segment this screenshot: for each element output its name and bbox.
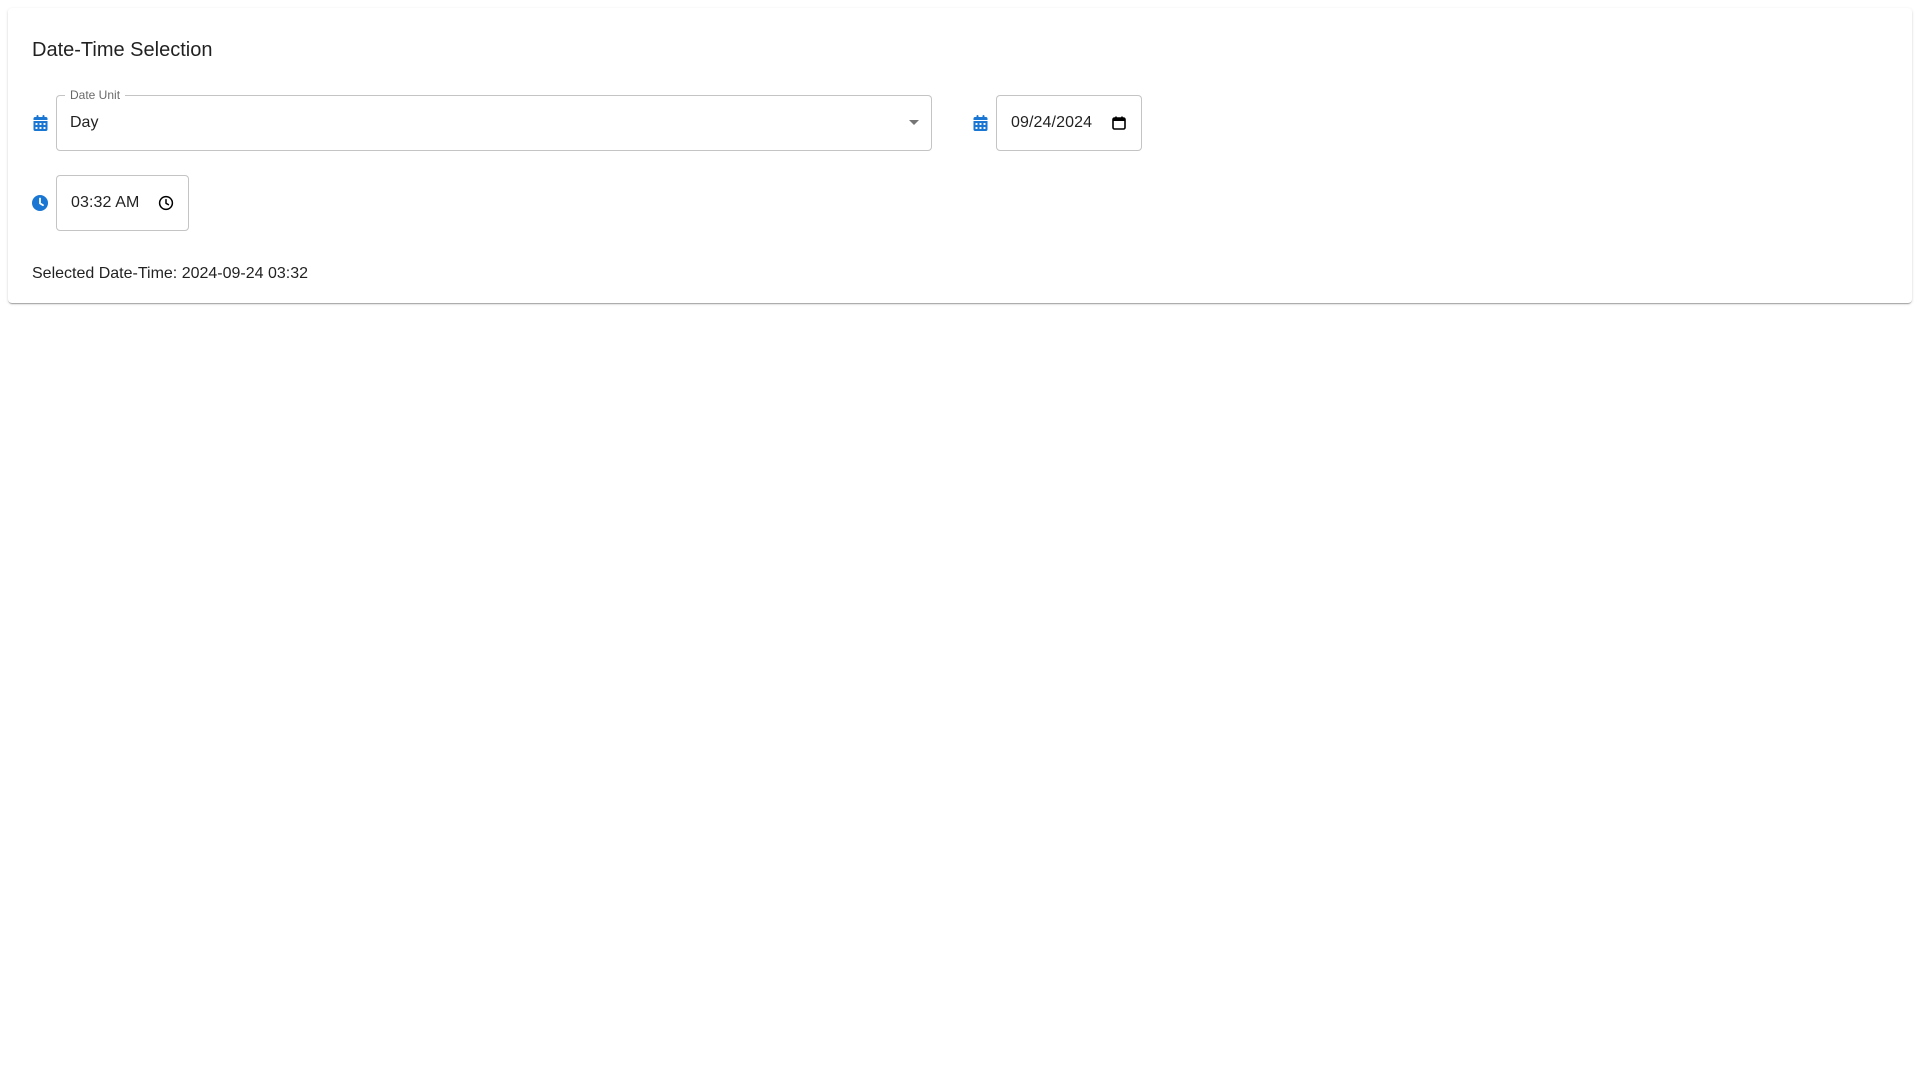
calendar-icon [32,115,48,131]
time-input-value: 03:32 AM [71,194,140,211]
date-unit-value: Day [70,114,99,131]
time-input[interactable]: 03:32 AM [56,175,189,231]
card-title: Date-Time Selection [32,39,213,61]
clock-picker-icon[interactable] [158,195,174,211]
calendar-icon [972,115,988,131]
selected-date-time-text: Selected Date-Time: 2024-09-24 03:32 [32,265,309,282]
date-input-value: 09/24/2024 [1011,114,1093,131]
date-time-card: Date-Time Selection Date Unit Day 09/24/… [8,8,1912,303]
calendar-picker-icon[interactable] [1111,115,1127,131]
chevron-down-icon [909,120,919,125]
date-unit-select[interactable]: Date Unit Day [56,88,932,151]
date-input[interactable]: 09/24/2024 [996,95,1142,151]
clock-icon [32,195,48,211]
